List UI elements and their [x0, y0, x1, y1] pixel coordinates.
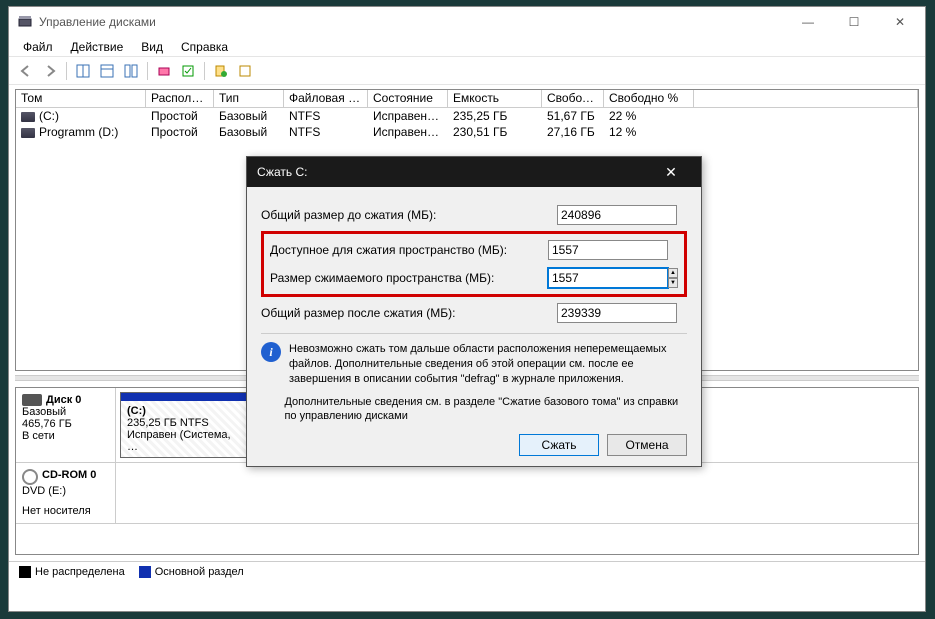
col-capacity[interactable]: Емкость [448, 90, 542, 108]
col-state[interactable]: Состояние [368, 90, 448, 108]
col-free[interactable]: Свобод… [542, 90, 604, 108]
info-icon: i [261, 342, 281, 362]
col-tom[interactable]: Том [16, 90, 146, 108]
swatch-primary [139, 566, 151, 578]
cdrom-icon [22, 469, 38, 485]
menu-help[interactable]: Справка [173, 38, 236, 56]
label-shrink-amount: Размер сжимаемого пространства (МБ): [270, 271, 548, 285]
table-row[interactable]: (C:) Простой Базовый NTFS Исправен… 235,… [16, 108, 918, 124]
field-total-after [557, 303, 677, 323]
menu-action[interactable]: Действие [63, 38, 132, 56]
shrink-dialog: Сжать C: ✕ Общий размер до сжатия (МБ): … [246, 156, 702, 467]
cd-label[interactable]: CD-ROM 0 DVD (E:) Нет носителя [16, 463, 116, 523]
legend: Не распределена Основной раздел [9, 561, 925, 582]
menubar: Файл Действие Вид Справка [9, 37, 925, 57]
disk-row-cd: CD-ROM 0 DVD (E:) Нет носителя [16, 463, 918, 524]
field-total-before [557, 205, 677, 225]
window-title: Управление дисками [39, 15, 785, 29]
field-shrink-amount[interactable] [548, 268, 668, 288]
disk-label[interactable]: Диск 0 Базовый 465,76 ГБ В сети [16, 388, 116, 462]
label-total-before: Общий размер до сжатия (МБ): [261, 208, 557, 222]
dialog-titlebar[interactable]: Сжать C: ✕ [247, 157, 701, 187]
menu-file[interactable]: Файл [15, 38, 61, 56]
forward-button[interactable] [39, 60, 61, 82]
minimize-button[interactable]: — [785, 7, 831, 37]
close-button[interactable]: ✕ [877, 7, 923, 37]
info-text-2: Дополнительные сведения см. в разделе "С… [284, 395, 687, 425]
partition-c[interactable]: (C:) 235,25 ГБ NTFS Исправен (Система, … [120, 392, 250, 458]
dialog-title: Сжать C: [257, 165, 651, 179]
spinner-up[interactable]: ▲ [668, 268, 678, 278]
dialog-close-button[interactable]: ✕ [651, 164, 691, 181]
toolbar [9, 57, 925, 85]
cancel-button[interactable]: Отмена [607, 434, 687, 456]
col-fs[interactable]: Файловая с… [284, 90, 368, 108]
highlight-box: Доступное для сжатия пространство (МБ): … [261, 231, 687, 297]
view-list-icon[interactable] [72, 60, 94, 82]
label-total-after: Общий размер после сжатия (МБ): [261, 306, 557, 320]
shrink-button[interactable]: Сжать [519, 434, 599, 456]
table-header: Том Располо… Тип Файловая с… Состояние Е… [16, 90, 918, 108]
swatch-unalloc [19, 566, 31, 578]
app-icon [17, 14, 33, 30]
volume-icon [21, 128, 35, 138]
table-row[interactable]: Programm (D:) Простой Базовый NTFS Испра… [16, 124, 918, 140]
label-avail: Доступное для сжатия пространство (МБ): [270, 243, 548, 257]
properties-icon[interactable] [177, 60, 199, 82]
disk-icon [22, 394, 42, 406]
vol-name: Programm (D:) [39, 125, 118, 139]
refresh-icon[interactable] [234, 60, 256, 82]
field-avail [548, 240, 668, 260]
maximize-button[interactable]: ☐ [831, 7, 877, 37]
add-icon[interactable] [210, 60, 232, 82]
volume-icon [21, 112, 35, 122]
spinner-down[interactable]: ▼ [668, 278, 678, 288]
menu-view[interactable]: Вид [133, 38, 171, 56]
view-graphical-icon[interactable] [120, 60, 142, 82]
vol-name: (C:) [39, 109, 59, 123]
info-text-1: Невозможно сжать том дальше области расп… [289, 342, 687, 387]
back-button[interactable] [15, 60, 37, 82]
col-layout[interactable]: Располо… [146, 90, 214, 108]
view-detail-icon[interactable] [96, 60, 118, 82]
shrink-amount-spinner[interactable]: ▲ ▼ [548, 268, 678, 288]
col-type[interactable]: Тип [214, 90, 284, 108]
col-freepct[interactable]: Свободно % [604, 90, 694, 108]
settings-icon[interactable] [153, 60, 175, 82]
titlebar[interactable]: Управление дисками — ☐ ✕ [9, 7, 925, 37]
